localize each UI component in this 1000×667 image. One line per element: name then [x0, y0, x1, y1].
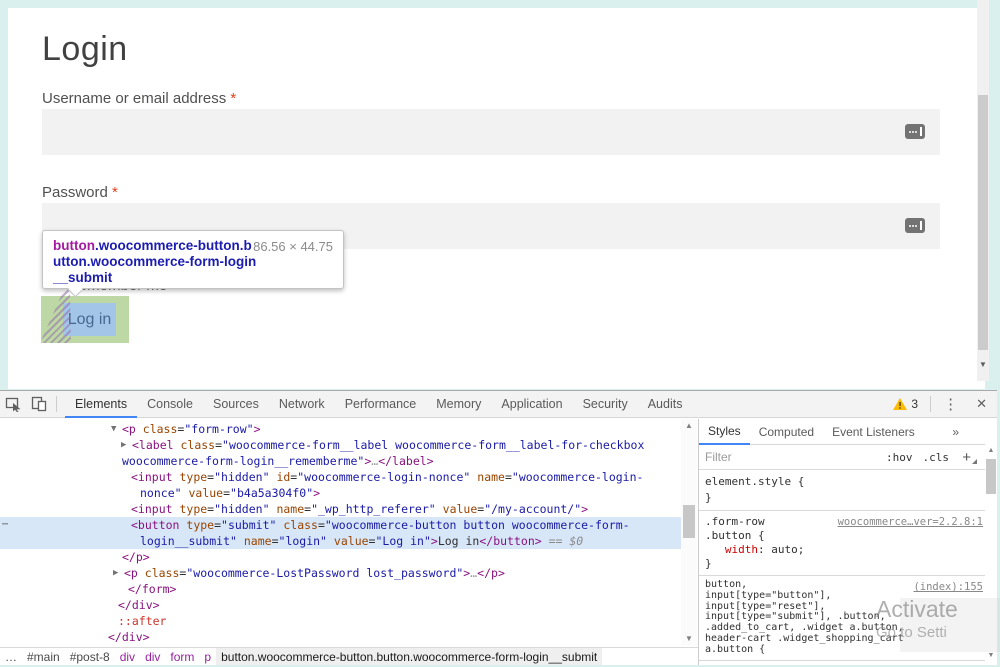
styles-filter-input[interactable]: [705, 450, 835, 464]
elements-scrollbar[interactable]: ▲ ▼: [681, 419, 697, 646]
toggle-hov[interactable]: :hov: [886, 451, 913, 464]
breadcrumb-selected[interactable]: button.woocommerce-button.button.woocomm…: [216, 648, 602, 667]
style-rule-line[interactable]: }: [705, 557, 981, 571]
scroll-up-icon[interactable]: ▲: [985, 445, 997, 457]
styles-pane-tab-styles[interactable]: Styles: [699, 419, 750, 445]
tree-collapsed-icon[interactable]: ▶: [121, 437, 126, 453]
warning-icon: [893, 398, 907, 410]
dom-tree-line[interactable]: ▶<label class="woocommerce-form__label w…: [0, 437, 681, 453]
devtools-tab-memory[interactable]: Memory: [426, 391, 491, 418]
style-rule-section: woocommerce…ver=2.2.8:1.form-row.button …: [699, 511, 985, 576]
dom-tree-line[interactable]: <input type="hidden" name="_wp_http_refe…: [0, 501, 681, 517]
toolbar-right: 3 ⋮ ✕: [885, 391, 997, 418]
styles-tab-strip: » StylesComputedEvent Listeners: [699, 419, 985, 445]
style-rule-section: element.style {}: [699, 470, 985, 511]
login-button[interactable]: Log in: [63, 303, 116, 336]
toolbar-divider: [56, 396, 57, 412]
styles-pane-tab-event-listeners[interactable]: Event Listeners: [823, 420, 924, 444]
dom-tree-line[interactable]: login__submit" name="login" value="Log i…: [0, 533, 681, 549]
devtools-tab-security[interactable]: Security: [573, 391, 638, 418]
breadcrumb-[interactable]: …: [0, 648, 22, 666]
devtools-tab-elements[interactable]: Elements: [65, 391, 137, 418]
breadcrumb-div[interactable]: div: [140, 648, 165, 666]
devtools-tab-audits[interactable]: Audits: [638, 391, 693, 418]
devtools-tab-network[interactable]: Network: [269, 391, 335, 418]
required-asterisk: *: [112, 184, 118, 201]
scroll-down-icon[interactable]: ▼: [977, 354, 989, 376]
devtools-tab-application[interactable]: Application: [491, 391, 572, 418]
style-rule-line[interactable]: .button {: [705, 529, 981, 543]
dom-tree-line[interactable]: <input type="hidden" id="woocommerce-log…: [0, 469, 681, 485]
styles-filter-row: :hov .cls +: [699, 445, 985, 470]
toolbar-divider: [930, 396, 931, 412]
breadcrumb-#post-8[interactable]: #post-8: [65, 648, 115, 666]
warnings-badge[interactable]: 3: [885, 397, 926, 411]
devtools-tab-strip: ElementsConsoleSourcesNetworkPerformance…: [65, 391, 692, 418]
style-rule-line[interactable]: element.style {: [705, 474, 981, 490]
dom-tree: ▼<p class="form-row">▶<label class="wooc…: [0, 419, 681, 646]
inspect-tooltip: button.woocommerce-button.button.woocomm…: [42, 230, 344, 289]
devtools-tab-sources[interactable]: Sources: [203, 391, 269, 418]
devtools-panel: ElementsConsoleSourcesNetworkPerformance…: [0, 390, 997, 665]
activation-watermark-line2: Go to Setti: [876, 624, 947, 641]
dom-tree-line[interactable]: </form>: [0, 581, 681, 597]
elements-scrollbar-thumb[interactable]: [683, 505, 695, 538]
page-title: Login: [42, 30, 128, 69]
breadcrumb-form[interactable]: form: [165, 648, 199, 666]
element-state-toggles: :hov .cls: [886, 451, 949, 464]
dom-tree-line[interactable]: ▼<p class="form-row">: [0, 421, 681, 437]
toggle-cls[interactable]: .cls: [923, 451, 950, 464]
dom-tree-line[interactable]: </div>: [0, 597, 681, 613]
inspect-element-icon[interactable]: [0, 391, 26, 417]
required-asterisk: *: [230, 90, 236, 107]
dom-tree-line[interactable]: </div>: [0, 629, 681, 645]
autofill-icon[interactable]: [905, 124, 925, 139]
device-toolbar-icon[interactable]: [26, 391, 52, 417]
more-tabs-icon[interactable]: »: [952, 425, 959, 439]
scroll-up-icon[interactable]: ▲: [681, 419, 697, 433]
password-label: Password *: [42, 184, 118, 201]
style-rule-line[interactable]: .form-row: [705, 515, 981, 529]
close-icon[interactable]: ✕: [966, 396, 997, 412]
dom-tree-line[interactable]: woocommerce-form-login__rememberme">…</l…: [0, 453, 681, 469]
styles-scrollbar-thumb[interactable]: [986, 459, 996, 494]
tooltip-selector: button.woocommerce-button.button.woocomm…: [53, 238, 273, 286]
browser-page: Login Username or email address * Passwo…: [8, 8, 985, 389]
devtools-toolbar: ElementsConsoleSourcesNetworkPerformance…: [0, 391, 997, 418]
page-scrollbar[interactable]: ▼: [977, 0, 989, 381]
dom-tree-line[interactable]: ▶<p class="woocommerce-LostPassword lost…: [0, 565, 681, 581]
breadcrumb-p[interactable]: p: [199, 648, 216, 666]
dom-tree-line[interactable]: ::after: [0, 613, 681, 629]
activation-watermark-line1: Activate: [876, 596, 958, 623]
dom-tree-line[interactable]: </p>: [0, 549, 681, 565]
tree-collapsed-icon[interactable]: ▶: [113, 565, 118, 581]
username-label: Username or email address *: [42, 90, 236, 107]
style-rule-line[interactable]: }: [705, 490, 981, 506]
line-gutter-dots-icon: ⋯: [2, 517, 9, 533]
dom-tree-line[interactable]: ⋯<button type="submit" class="woocommerc…: [0, 517, 681, 533]
warning-count: 3: [911, 397, 918, 411]
scroll-down-icon[interactable]: ▼: [681, 632, 697, 646]
dom-tree-line[interactable]: nonce" value="b4a5a304f0">: [0, 485, 681, 501]
style-rule-line[interactable]: width: auto;: [705, 543, 981, 557]
autofill-icon[interactable]: [905, 218, 925, 233]
breadcrumb-div[interactable]: div: [115, 648, 140, 666]
tree-expanded-icon[interactable]: ▼: [111, 421, 116, 437]
styles-pane-tab-computed[interactable]: Computed: [750, 420, 823, 444]
breadcrumb-#main[interactable]: #main: [22, 648, 65, 666]
page-scrollbar-thumb[interactable]: [978, 95, 988, 350]
menu-kebab-icon[interactable]: ⋮: [935, 395, 966, 413]
username-input[interactable]: [42, 109, 940, 155]
dom-breadcrumbs: …#main#post-8divdivformpbutton.woocommer…: [0, 647, 698, 666]
new-style-rule-icon[interactable]: +: [962, 449, 971, 466]
screen: Login Username or email address * Passwo…: [0, 0, 1000, 667]
devtools-tab-console[interactable]: Console: [137, 391, 203, 418]
devtools-tab-performance[interactable]: Performance: [335, 391, 427, 418]
tooltip-dimensions: 86.56 × 44.75: [253, 239, 333, 254]
